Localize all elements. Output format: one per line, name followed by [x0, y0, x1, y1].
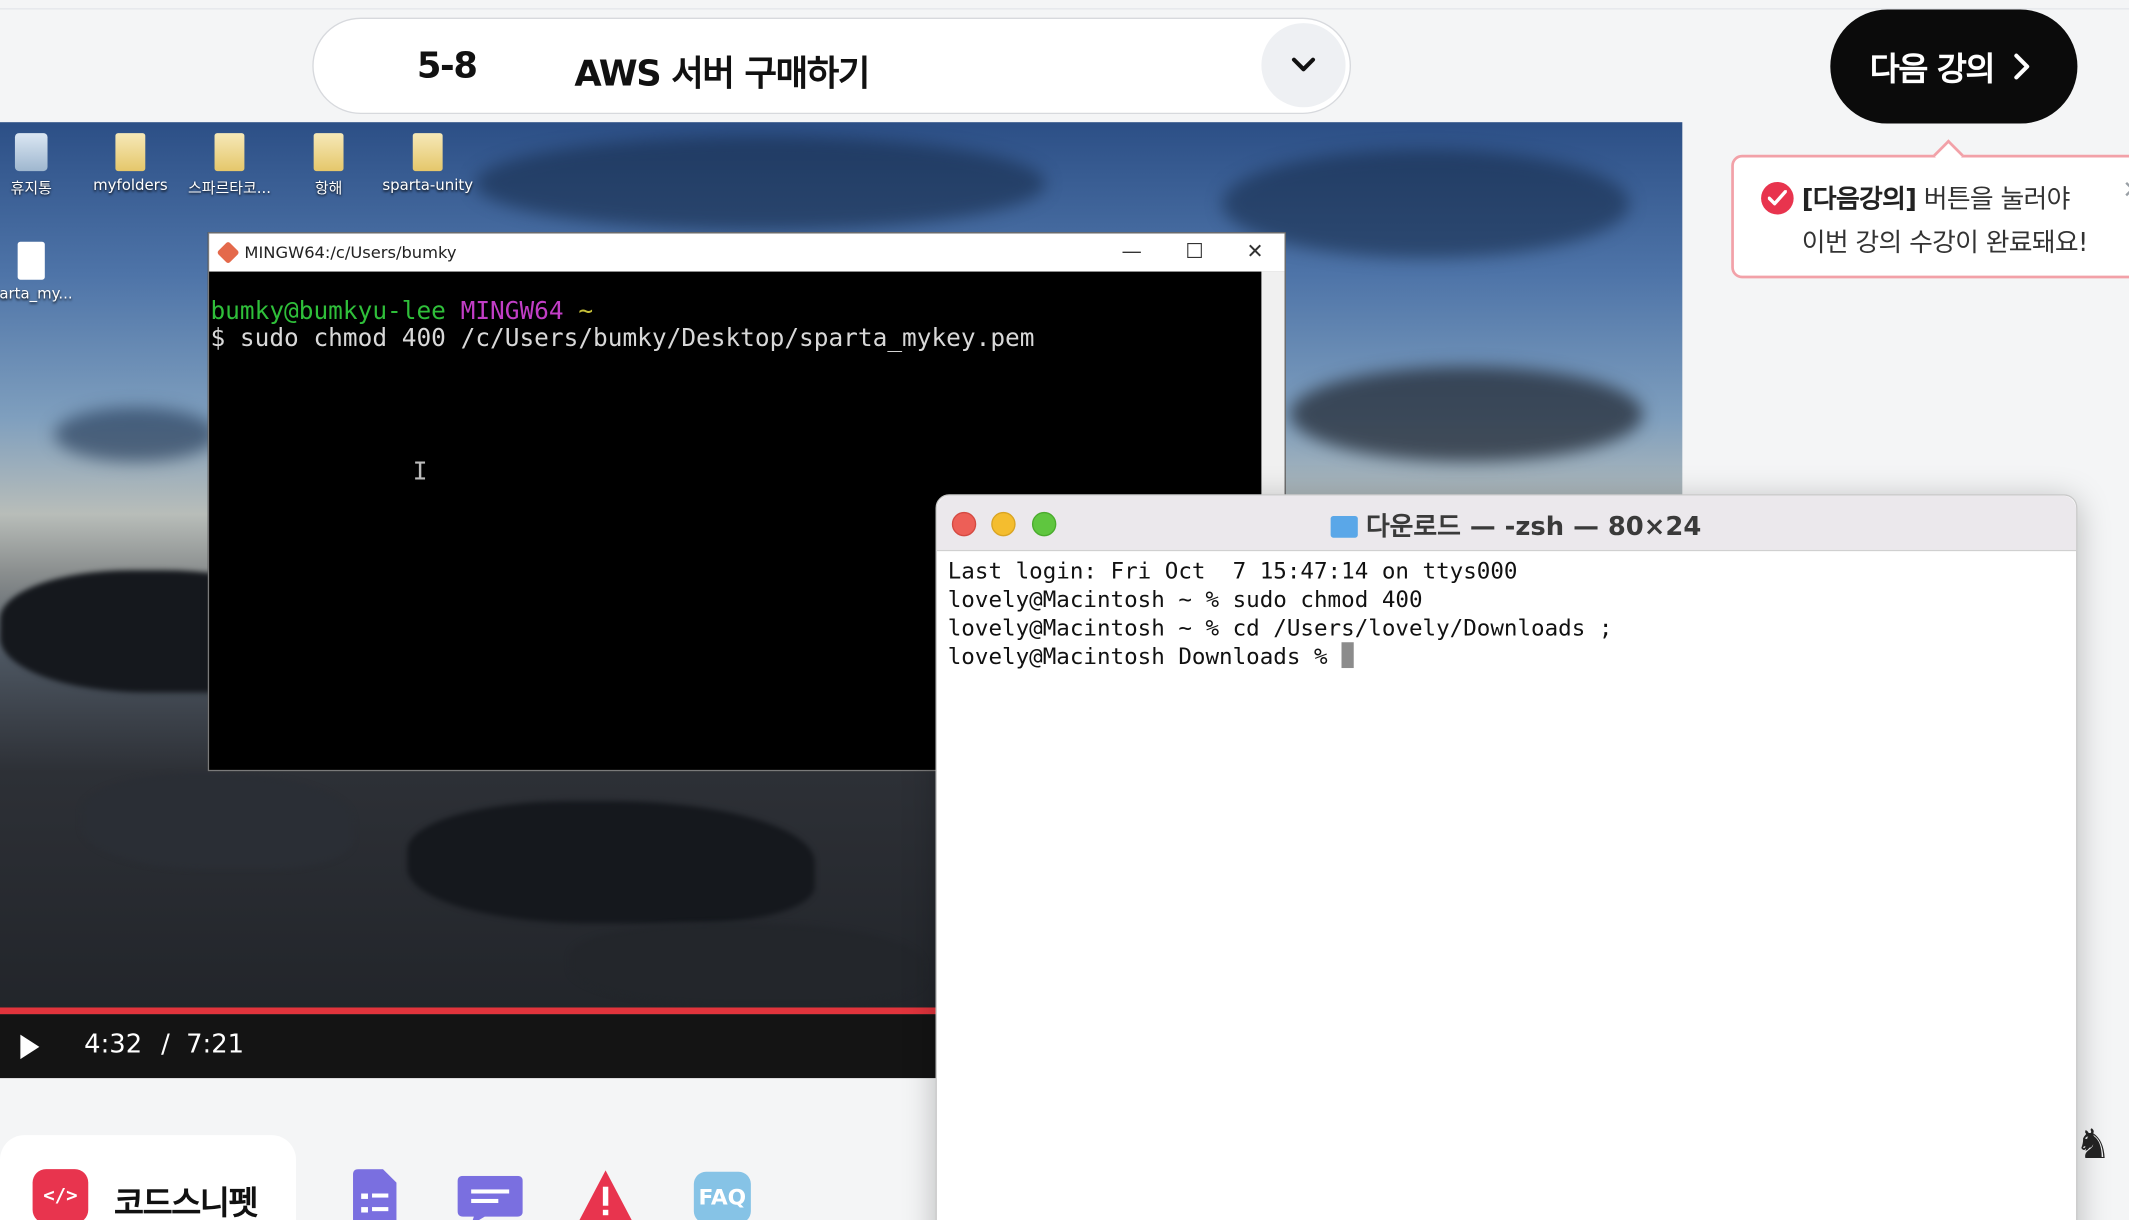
chevron-down-icon	[1291, 57, 1316, 72]
desktop-icon-sparta-unity[interactable]: sparta-unity	[380, 133, 475, 194]
tooltip-line-1-rest: 버튼을 눌러야	[1916, 184, 2071, 215]
recycle-bin-icon	[14, 133, 48, 172]
git-bash-prompt-line: bumky@bumkyu-lee MINGW64 ~	[210, 297, 1261, 326]
code-snippet-label: 코드스니펫	[114, 1184, 258, 1220]
desktop-icon-recycle-bin[interactable]: 휴지통	[0, 133, 79, 198]
minimize-icon[interactable]: —	[1122, 239, 1142, 263]
completion-tooltip: [다음강의] 버튼을 눌러야 이번 강의 수강이 완료돼요! ✕	[1731, 139, 2129, 279]
desktop-icon-label: 항해	[314, 179, 343, 197]
video-progress-fill	[0, 1007, 1044, 1015]
next-lecture-button[interactable]: 다음 강의	[1830, 9, 2078, 124]
prompt-user: bumky@bumkyu-lee	[210, 297, 446, 326]
folder-icon	[214, 133, 245, 172]
prompt-env: MINGW64	[460, 297, 564, 326]
desktop-icon-label: 휴지통	[10, 179, 52, 197]
code-icon: </>	[32, 1169, 89, 1220]
folder-icon	[115, 133, 146, 172]
lecture-selector[interactable]: 5-8 AWS 서버 구매하기	[312, 17, 1352, 115]
close-traffic-light[interactable]	[951, 511, 977, 537]
terminal-prompt-line: lovely@Macintosh Downloads %	[947, 642, 1613, 673]
video-time: 4:32 / 7:21	[84, 1029, 244, 1059]
lecture-title: AWS 서버 구매하기	[574, 54, 870, 96]
cloud-shape	[475, 135, 1046, 231]
check-circle-icon	[1761, 181, 1794, 215]
git-bash-title: MINGW64:/c/Users/bumky	[244, 243, 457, 263]
git-icon	[216, 241, 240, 265]
file-icon	[17, 241, 45, 280]
terminal-line: lovely@Macintosh Downloads %	[947, 644, 1342, 670]
close-icon[interactable]: ✕	[2122, 177, 2129, 206]
desktop-icon-label: sparta-unity	[382, 176, 474, 195]
bottom-toolbar: </> 코드스니펫 FAQ	[0, 1135, 950, 1220]
desktop-icon-label: parta_my...	[0, 285, 73, 303]
terminal-caret	[1341, 642, 1354, 669]
desktop-icon-label: myfolders	[93, 176, 168, 195]
chevron-right-icon	[2014, 53, 2030, 80]
current-time: 4:32	[84, 1029, 143, 1060]
duration: 7:21	[186, 1029, 245, 1060]
mac-terminal-window[interactable]: 다운로드 — -zsh — 80×24 Last login: Fri Oct …	[935, 494, 2078, 1220]
code-snippet-button[interactable]: </> 코드스니펫	[0, 1135, 297, 1220]
cloud-shape	[54, 407, 218, 462]
terminal-line: Last login: Fri Oct 7 15:47:14 on ttys00…	[947, 558, 1518, 584]
rock-shape	[81, 773, 354, 869]
warning-icon[interactable]	[578, 1170, 632, 1220]
desktop-icon-hanghae[interactable]: 항해	[281, 133, 376, 198]
checklist-icon[interactable]	[350, 1169, 397, 1220]
rock-shape	[570, 923, 924, 1005]
play-icon[interactable]	[19, 1033, 41, 1060]
git-bash-command: $ sudo chmod 400 /c/Users/bumky/Desktop/…	[210, 324, 1035, 354]
folder-icon	[313, 133, 344, 172]
tooltip-highlight: [다음강의]	[1801, 184, 1917, 215]
desktop-icon-sparta-coding[interactable]: 스파르타코...	[182, 133, 277, 198]
mac-terminal-title: 다운로드 — -zsh — 80×24	[1330, 506, 1702, 543]
terminal-line: lovely@Macintosh ~ % cd /Users/lovely/Do…	[947, 614, 1613, 641]
mac-terminal-titlebar[interactable]: 다운로드 — -zsh — 80×24	[936, 495, 2077, 552]
mac-terminal-output[interactable]: Last login: Fri Oct 7 15:47:14 on ttys00…	[948, 558, 1613, 672]
lecture-number: 5-8	[416, 46, 478, 87]
prompt-dir: ~	[578, 297, 594, 326]
mac-terminal-title-text: 다운로드 — -zsh — 80×24	[1365, 511, 1702, 542]
text-cursor-icon: I	[412, 457, 428, 487]
minimize-traffic-light[interactable]	[991, 511, 1016, 537]
tooltip-line-1: [다음강의] 버튼을 눌러야	[1801, 179, 2071, 216]
tooltip-line-2: 이번 강의 수강이 완료돼요!	[1801, 228, 2089, 258]
close-icon[interactable]: ✕	[1246, 239, 1263, 263]
desktop-icon-myfolders[interactable]: myfolders	[83, 133, 178, 194]
time-separator: /	[161, 1029, 170, 1060]
maximize-icon[interactable]: ☐	[1185, 239, 1203, 263]
folder-icon	[412, 133, 443, 172]
zoom-traffic-light[interactable]	[1031, 511, 1057, 537]
rock-shape	[407, 801, 815, 924]
top-divider	[0, 8, 2129, 10]
partial-logo-icon: ♞	[2074, 1121, 2112, 1170]
terminal-line: lovely@Macintosh ~ % sudo chmod 400	[947, 586, 1423, 613]
lecture-player-page: 5-8 AWS 서버 구매하기 다음 강의 [다음강의] 버튼을 눌러야 이번 …	[0, 0, 2129, 1220]
cloud-shape	[1289, 366, 1643, 462]
git-bash-titlebar[interactable]: MINGW64:/c/Users/bumky — ☐ ✕	[209, 233, 1285, 272]
faq-button[interactable]: FAQ	[693, 1171, 751, 1220]
folder-icon	[1330, 515, 1358, 538]
desktop-icon-label: 스파르타코...	[187, 179, 271, 197]
chat-bubble-icon[interactable]	[457, 1175, 523, 1220]
next-lecture-label: 다음 강의	[1869, 50, 1996, 89]
desktop-icon-mykey-file[interactable]: parta_my...	[0, 241, 79, 303]
lecture-dropdown-button[interactable]	[1261, 23, 1346, 108]
tooltip-arrow	[1933, 139, 1964, 171]
